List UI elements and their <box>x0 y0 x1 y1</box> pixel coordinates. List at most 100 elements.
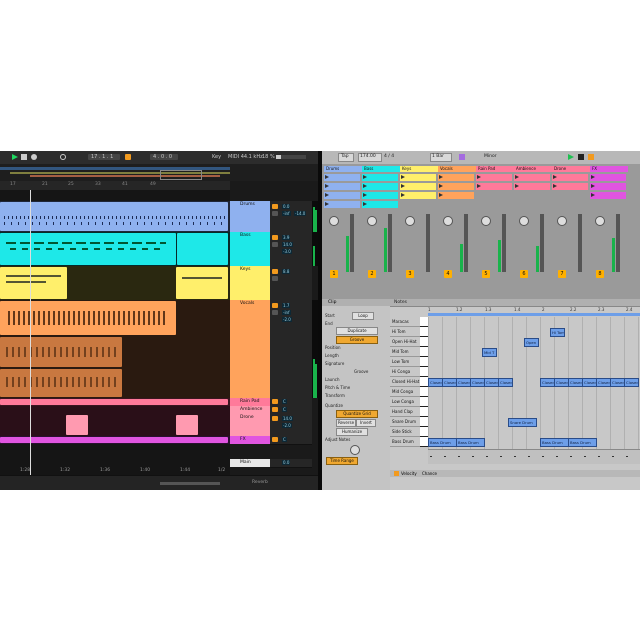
clip[interactable] <box>176 415 198 435</box>
activator-button[interactable] <box>272 303 278 308</box>
clip-slot[interactable] <box>590 183 626 190</box>
chance-label[interactable]: Chance <box>422 471 437 476</box>
volume-fader[interactable] <box>540 214 544 272</box>
loop-button[interactable]: Loop <box>352 312 374 320</box>
drum-lane[interactable]: Open Hi-Hat <box>390 337 422 347</box>
note[interactable]: Closed <box>596 378 611 387</box>
play-icon[interactable] <box>568 154 574 160</box>
solo-button[interactable] <box>272 211 278 216</box>
track-header-keys[interactable]: Keys <box>230 266 270 300</box>
scroll-bar[interactable] <box>160 482 220 485</box>
clip-slot[interactable] <box>438 174 474 181</box>
note[interactable]: Closed <box>484 378 499 387</box>
activator-button[interactable] <box>272 269 278 274</box>
clip[interactable] <box>176 267 228 299</box>
time-range-button[interactable]: Time Range <box>326 457 358 465</box>
track-header-drone[interactable]: Drone <box>230 414 270 436</box>
pan-knob[interactable] <box>519 216 529 226</box>
piano-keys[interactable] <box>420 317 428 447</box>
duplicate-button[interactable]: Duplicate <box>336 327 378 335</box>
clip-play-icon[interactable] <box>515 175 519 179</box>
clip-slot[interactable] <box>476 174 512 181</box>
clip[interactable] <box>0 369 122 397</box>
clip-slot[interactable] <box>514 174 550 181</box>
note[interactable]: Closed <box>470 378 485 387</box>
invert-button[interactable]: Invert <box>356 419 376 427</box>
volume-value[interactable]: C <box>282 407 287 412</box>
clip-play-icon[interactable] <box>591 175 595 179</box>
note[interactable]: Snare Drum <box>508 418 537 427</box>
volume-fader[interactable] <box>350 214 354 272</box>
clip-play-icon[interactable] <box>401 193 405 197</box>
scale-mode-icon[interactable] <box>459 154 465 160</box>
clip-play-icon[interactable] <box>553 184 557 188</box>
pan-knob[interactable] <box>595 216 605 226</box>
volume-value[interactable]: 1.7 <box>282 303 291 308</box>
pan-knob[interactable] <box>329 216 339 226</box>
solo-button[interactable] <box>272 242 278 247</box>
volume-fader[interactable] <box>616 214 620 272</box>
volume-value[interactable]: 3.9 <box>282 235 291 240</box>
record-icon[interactable] <box>31 154 37 160</box>
track-title[interactable]: Rain Pad <box>476 166 514 172</box>
solo-button[interactable] <box>272 310 278 315</box>
key-label[interactable]: Key <box>212 154 221 160</box>
volume-fader[interactable] <box>578 214 582 272</box>
track-activator[interactable]: 2 <box>368 270 376 278</box>
note[interactable]: Closed <box>624 378 639 387</box>
clip-play-icon[interactable] <box>325 193 329 197</box>
arrangement-overview[interactable] <box>0 164 318 181</box>
activator-button[interactable] <box>272 416 278 421</box>
clip[interactable] <box>0 267 67 299</box>
clip-row-label[interactable]: Launch <box>325 377 339 382</box>
pan-knob[interactable] <box>405 216 415 226</box>
clip-play-icon[interactable] <box>363 202 367 206</box>
volume-value[interactable]: 0.0 <box>282 204 291 209</box>
drum-lane[interactable]: Closed Hi-Hat <box>390 377 422 387</box>
track-header-vocals[interactable]: Vocals <box>230 300 270 398</box>
volume-value[interactable]: 8.8 <box>282 269 291 274</box>
scale-mode[interactable]: Minor <box>484 154 497 159</box>
clip-slot[interactable] <box>362 183 398 190</box>
note[interactable]: Closed <box>498 378 513 387</box>
velocity-tab[interactable] <box>394 471 399 476</box>
clip-slot[interactable] <box>552 174 588 181</box>
note[interactable]: Closed <box>442 378 457 387</box>
pan-value[interactable]: -inf <box>282 211 291 216</box>
stop-icon[interactable] <box>578 154 584 160</box>
clip-slot[interactable] <box>552 183 588 190</box>
clip-play-icon[interactable] <box>325 175 329 179</box>
note[interactable]: Bass Drum <box>568 438 597 447</box>
pan-knob[interactable] <box>557 216 567 226</box>
loop-icon[interactable] <box>125 154 131 160</box>
record-icon[interactable] <box>588 154 594 160</box>
stop-icon[interactable] <box>21 154 27 160</box>
clip-slot[interactable] <box>476 183 512 190</box>
note[interactable]: Closed <box>554 378 569 387</box>
notes-tab[interactable]: Notes <box>394 300 407 305</box>
clip-slot[interactable] <box>324 192 360 199</box>
clip-slot[interactable] <box>400 174 436 181</box>
volume-fader[interactable] <box>502 214 506 272</box>
drum-lane[interactable]: Hi Conga <box>390 367 422 377</box>
send-value[interactable]: -2.0 <box>282 423 292 428</box>
pan-value[interactable]: 14.0 <box>282 242 293 247</box>
note[interactable]: Mid T <box>482 348 497 357</box>
activator-button[interactable] <box>272 399 278 404</box>
clip-slot[interactable] <box>400 183 436 190</box>
clip-play-icon[interactable] <box>439 175 443 179</box>
clip-play-icon[interactable] <box>401 175 405 179</box>
note[interactable]: Closed <box>540 378 555 387</box>
clip[interactable] <box>0 233 176 265</box>
clip[interactable] <box>0 399 228 405</box>
clip-play-icon[interactable] <box>515 184 519 188</box>
note[interactable]: Bass Drum <box>428 438 457 447</box>
drum-lane[interactable]: Low Conga <box>390 397 422 407</box>
clip-slot[interactable] <box>362 201 398 208</box>
drum-lane[interactable]: Low Tom <box>390 357 422 367</box>
play-icon[interactable] <box>12 154 18 160</box>
track-title[interactable]: Vocals <box>438 166 476 172</box>
clip-slot[interactable] <box>438 183 474 190</box>
track-header-drums[interactable]: Drums <box>230 201 270 232</box>
drum-lane[interactable]: Bass Drum <box>390 437 422 447</box>
